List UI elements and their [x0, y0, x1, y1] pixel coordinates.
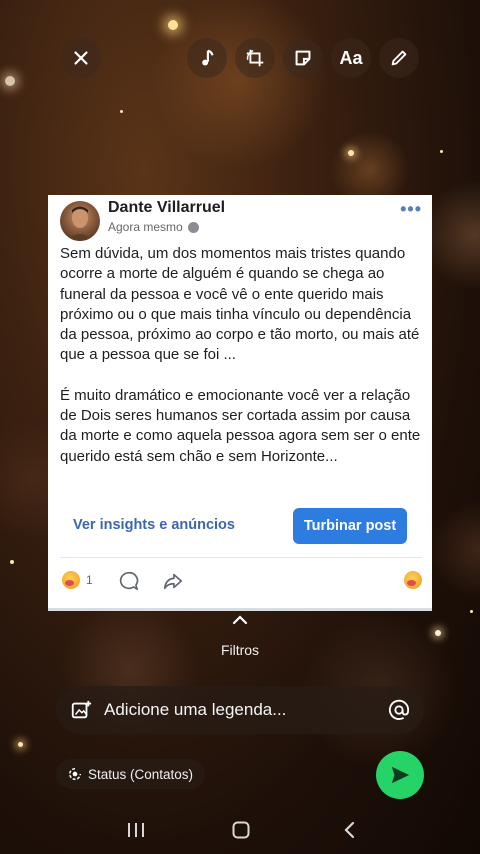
editor-toolbar: Aa: [0, 38, 480, 78]
status-audience-label: Status (Contatos): [88, 766, 194, 782]
caption-input[interactable]: Adicione uma legenda...: [56, 686, 424, 734]
system-nav-bar: [0, 812, 480, 854]
post-paragraph-1: Sem dúvida, um dos momentos mais tristes…: [60, 245, 420, 364]
text-tool-label: Aa: [339, 47, 363, 68]
pencil-icon: [391, 50, 407, 66]
filters-toggle[interactable]: Filtros: [0, 614, 480, 658]
post-time-label: Agora mesmo: [108, 220, 183, 234]
back-icon[interactable]: [340, 820, 360, 840]
music-note-icon: [202, 49, 214, 66]
add-media-icon[interactable]: [70, 699, 92, 721]
status-icon: [69, 767, 82, 780]
comment-icon[interactable]: [118, 570, 140, 592]
recent-apps-icon[interactable]: [125, 820, 147, 840]
globe-icon: [187, 221, 199, 233]
divider: [60, 557, 422, 558]
close-button[interactable]: [61, 38, 101, 78]
close-icon: [74, 51, 88, 65]
text-button[interactable]: Aa: [331, 38, 371, 78]
chevron-up-icon: [232, 615, 248, 625]
music-button[interactable]: [187, 38, 227, 78]
post-paragraph-2: É muito dramático e emocionante você ver…: [60, 386, 421, 465]
post-author[interactable]: Dante Villarruel: [108, 199, 225, 217]
more-options-icon[interactable]: •••: [400, 199, 422, 220]
post-time: Agora mesmo: [108, 220, 199, 234]
filters-label: Filtros: [220, 642, 260, 658]
crop-rotate-icon: [246, 49, 264, 67]
send-icon: [391, 766, 410, 784]
reaction-picker-icon[interactable]: [404, 571, 422, 589]
crop-rotate-button[interactable]: [235, 38, 275, 78]
care-reaction-icon[interactable]: [62, 571, 80, 589]
draw-button[interactable]: [379, 38, 419, 78]
reaction-count: 1: [86, 573, 93, 587]
sticker-icon: [295, 50, 311, 66]
mention-icon[interactable]: [388, 699, 410, 721]
boost-post-button[interactable]: Turbinar post: [293, 508, 407, 544]
share-icon[interactable]: [162, 570, 184, 592]
status-audience-button[interactable]: Status (Contatos): [56, 759, 206, 789]
post-screenshot: Dante Villarruel Agora mesmo ••• Sem dúv…: [48, 195, 432, 611]
avatar: [60, 201, 100, 241]
caption-placeholder: Adicione uma legenda...: [104, 700, 287, 719]
sticker-button[interactable]: [283, 38, 323, 78]
send-button[interactable]: [376, 751, 424, 799]
reaction-row: 1: [48, 567, 432, 597]
insights-link[interactable]: Ver insights e anúncios: [73, 517, 235, 533]
home-icon[interactable]: [231, 820, 251, 840]
post-text: Sem dúvida, um dos momentos mais tristes…: [60, 244, 422, 467]
